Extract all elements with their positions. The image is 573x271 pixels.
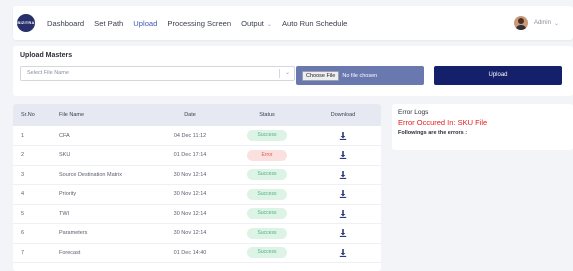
top-navbar: BIZITRA Dashboard Set Path Upload Processin… (13, 6, 573, 40)
download-icon[interactable] (339, 229, 347, 238)
cell-sr-no: 4 (13, 184, 46, 205)
panel-title: Upload Masters (20, 52, 73, 59)
error-list-heading: Followings are the errors : (398, 130, 468, 136)
cell-sr-no: 2 (13, 145, 46, 166)
table-row: 4 Priority 30 Nov 12:14 Success (13, 184, 381, 205)
cell-file-name: SKU (46, 145, 151, 166)
status-badge: Success (247, 188, 287, 200)
cell-date: 01 Dec 14:40 (151, 243, 229, 263)
upload-masters-panel: Upload Masters Select File Name ⌄ Choose… (13, 46, 573, 96)
user-menu[interactable]: Admin ⌄ (513, 6, 559, 40)
main-nav: Dashboard Set Path Upload Processing Screen… (47, 6, 357, 40)
table-row: 1 CFA 04 Dec 11:12 Success (13, 126, 381, 146)
cell-sr-no: 1 (13, 126, 46, 146)
nav-item-dashboard[interactable]: Dashboard (47, 19, 84, 28)
table-row: 6 Parameters 30 Nov 12:14 Success (13, 223, 381, 244)
file-name-select[interactable]: Select File Name ⌄ (20, 66, 295, 81)
uploads-table: Sr.No File Name Date Status Download 1 CF… (13, 104, 381, 263)
cell-download (305, 145, 381, 166)
nav-item-output[interactable]: Output ⌄ (241, 19, 272, 28)
cell-status: Success (229, 126, 305, 146)
cell-download (305, 243, 381, 263)
cell-status: Success (229, 204, 305, 224)
file-input[interactable]: Choose File No file chosen (296, 66, 424, 85)
cell-file-name: Priority (46, 184, 151, 205)
download-icon[interactable] (339, 209, 347, 218)
cell-file-name: Source Destination Matrix (46, 165, 151, 185)
table-row: 2 SKU 01 Dec 17:14 Error (13, 145, 381, 166)
nav-item-set-path[interactable]: Set Path (94, 19, 123, 28)
download-icon[interactable] (339, 170, 347, 179)
download-icon[interactable] (339, 248, 347, 257)
header-download: Download (305, 104, 381, 126)
cell-download (305, 184, 381, 205)
user-name[interactable]: Admin (534, 20, 551, 26)
nav-item-label: Processing Screen (167, 18, 232, 28)
table-row: 7 Forecast 01 Dec 14:40 Success (13, 243, 381, 263)
cell-sr-no: 7 (13, 243, 46, 263)
chevron-down-icon[interactable]: ⌄ (554, 20, 559, 27)
cell-status: Success (229, 184, 305, 205)
status-badge: Error (247, 149, 287, 161)
cell-sr-no: 5 (13, 204, 46, 224)
chevron-down-icon[interactable]: ⌄ (285, 67, 290, 80)
error-logs-panel: Error Logs Error Occured In: SKU File Fo… (392, 104, 573, 150)
download-icon[interactable] (339, 190, 347, 199)
status-badge: Success (247, 169, 287, 181)
cell-download (305, 204, 381, 224)
cell-status: Success (229, 223, 305, 244)
cell-download (305, 126, 381, 146)
cell-status: Success (229, 165, 305, 185)
choose-file-button[interactable]: Choose File (302, 70, 340, 81)
download-icon[interactable] (339, 151, 347, 160)
header-status: Status (229, 104, 305, 126)
status-badge: Success (247, 247, 287, 259)
cell-sr-no: 6 (13, 223, 46, 244)
app-logo[interactable]: BIZITRA (17, 14, 35, 32)
nav-item-processing-screen[interactable]: Processing Screen (167, 19, 231, 28)
cell-date: 30 Nov 12:14 (151, 165, 229, 185)
cell-date: 30 Nov 12:14 (151, 204, 229, 224)
avatar[interactable] (513, 16, 528, 30)
cell-file-name: Forecast (46, 243, 151, 263)
table-row: 5 TWI 30 Nov 12:14 Success (13, 204, 381, 224)
table-body: 1 CFA 04 Dec 11:12 Success 2 SKU 01 Dec 17:14 E… (13, 126, 381, 263)
status-badge: Success (247, 208, 287, 220)
cell-download (305, 165, 381, 185)
nav-item-label: Output (241, 18, 264, 28)
error-message: Error Occured In: SKU File (398, 118, 488, 127)
file-status: No file chosen (342, 72, 378, 79)
cell-status: Success (229, 243, 305, 263)
cell-date: 30 Nov 12:14 (151, 223, 229, 244)
cell-download (305, 223, 381, 244)
chevron-down-icon: ⌄ (266, 21, 272, 28)
cell-file-name: CFA (46, 126, 151, 146)
download-icon[interactable] (339, 131, 347, 140)
nav-item-label: Dashboard (47, 18, 85, 28)
nav-item-label: Set Path (94, 18, 124, 28)
select-placeholder: Select File Name (27, 70, 69, 76)
nav-item-upload[interactable]: Upload (133, 19, 157, 28)
header-sr-no: Sr.No (13, 104, 46, 126)
upload-button[interactable]: Upload (434, 66, 562, 85)
uploads-table-panel: Sr.No File Name Date Status Download 1 CF… (13, 104, 381, 271)
cell-date: 30 Nov 12:14 (151, 184, 229, 205)
status-badge: Success (247, 227, 287, 239)
cell-file-name: TWI (46, 204, 151, 224)
table-header-row: Sr.No File Name Date Status Download (13, 104, 381, 126)
cell-file-name: Parameters (46, 223, 151, 244)
select-divider (279, 69, 280, 78)
nav-item-label: Upload (133, 18, 158, 28)
cell-status: Error (229, 145, 305, 166)
table-row: 3 Source Destination Matrix 30 Nov 12:14 Su… (13, 165, 381, 185)
status-badge: Success (247, 130, 287, 141)
header-file-name: File Name (46, 104, 151, 126)
cell-sr-no: 3 (13, 165, 46, 185)
nav-item-auto-run-schedule[interactable]: Auto Run Schedule (282, 19, 347, 28)
nav-item-label: Auto Run Schedule (281, 18, 348, 28)
error-logs-title: Error Logs (398, 109, 429, 116)
cell-date: 04 Dec 11:12 (151, 126, 229, 146)
cell-date: 01 Dec 17:14 (151, 145, 229, 166)
header-date: Date (151, 104, 229, 126)
